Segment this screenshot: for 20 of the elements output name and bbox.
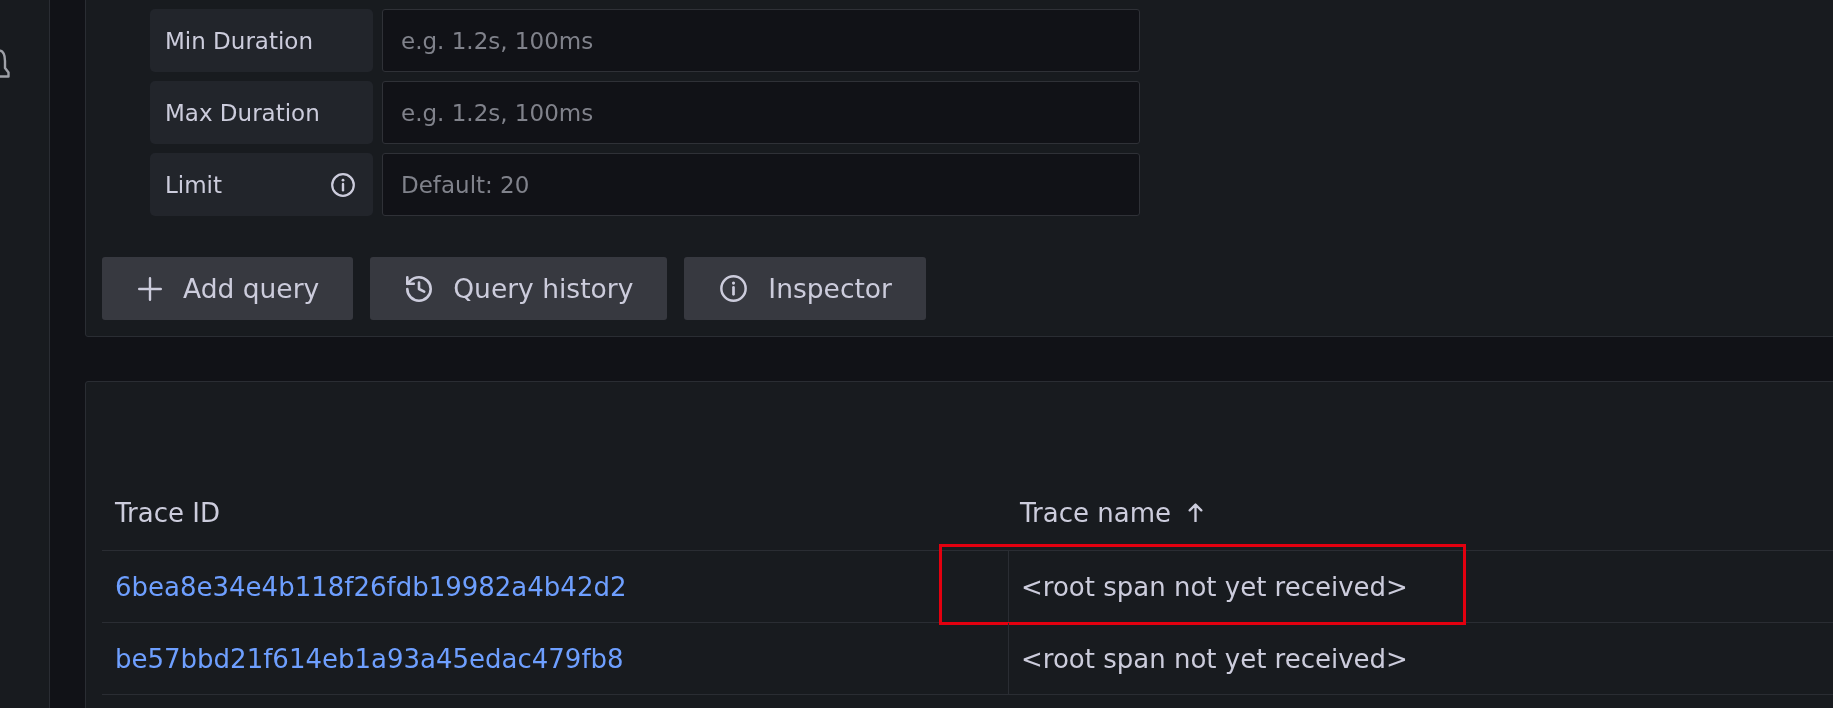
info-icon <box>720 275 748 302</box>
trace-name-text: <root span not yet received> <box>1021 571 1408 602</box>
text-input[interactable]: e.g. 1.2s, 100ms <box>382 9 1140 72</box>
field-label: Min Duration <box>165 27 314 54</box>
text-input[interactable]: e.g. 1.2s, 100ms <box>382 81 1140 144</box>
trace-id-link[interactable]: 6bea8e34e4b118f26fdb19982a4b42d2 <box>115 571 627 602</box>
history-icon <box>406 275 433 302</box>
add-query-button[interactable]: Add query <box>102 257 354 320</box>
info-icon[interactable] <box>331 172 355 197</box>
bell-icon[interactable] <box>0 49 10 79</box>
column-header[interactable]: Trace name <box>1020 497 1203 528</box>
trace-id-link[interactable]: be57bbd21f614eb1a93a45edac479fb8 <box>115 643 624 674</box>
plus-icon <box>138 276 162 301</box>
text-input[interactable]: Default: 20 <box>382 153 1140 216</box>
field-label: Limit <box>165 171 223 198</box>
column-header[interactable]: Trace ID <box>115 497 220 528</box>
field-label: Max Duration <box>165 99 320 126</box>
trace-name-text: <root span not yet received> <box>1021 643 1408 674</box>
inspector-button[interactable]: Inspector <box>684 257 926 320</box>
query-history-button[interactable]: Query history <box>370 257 668 320</box>
